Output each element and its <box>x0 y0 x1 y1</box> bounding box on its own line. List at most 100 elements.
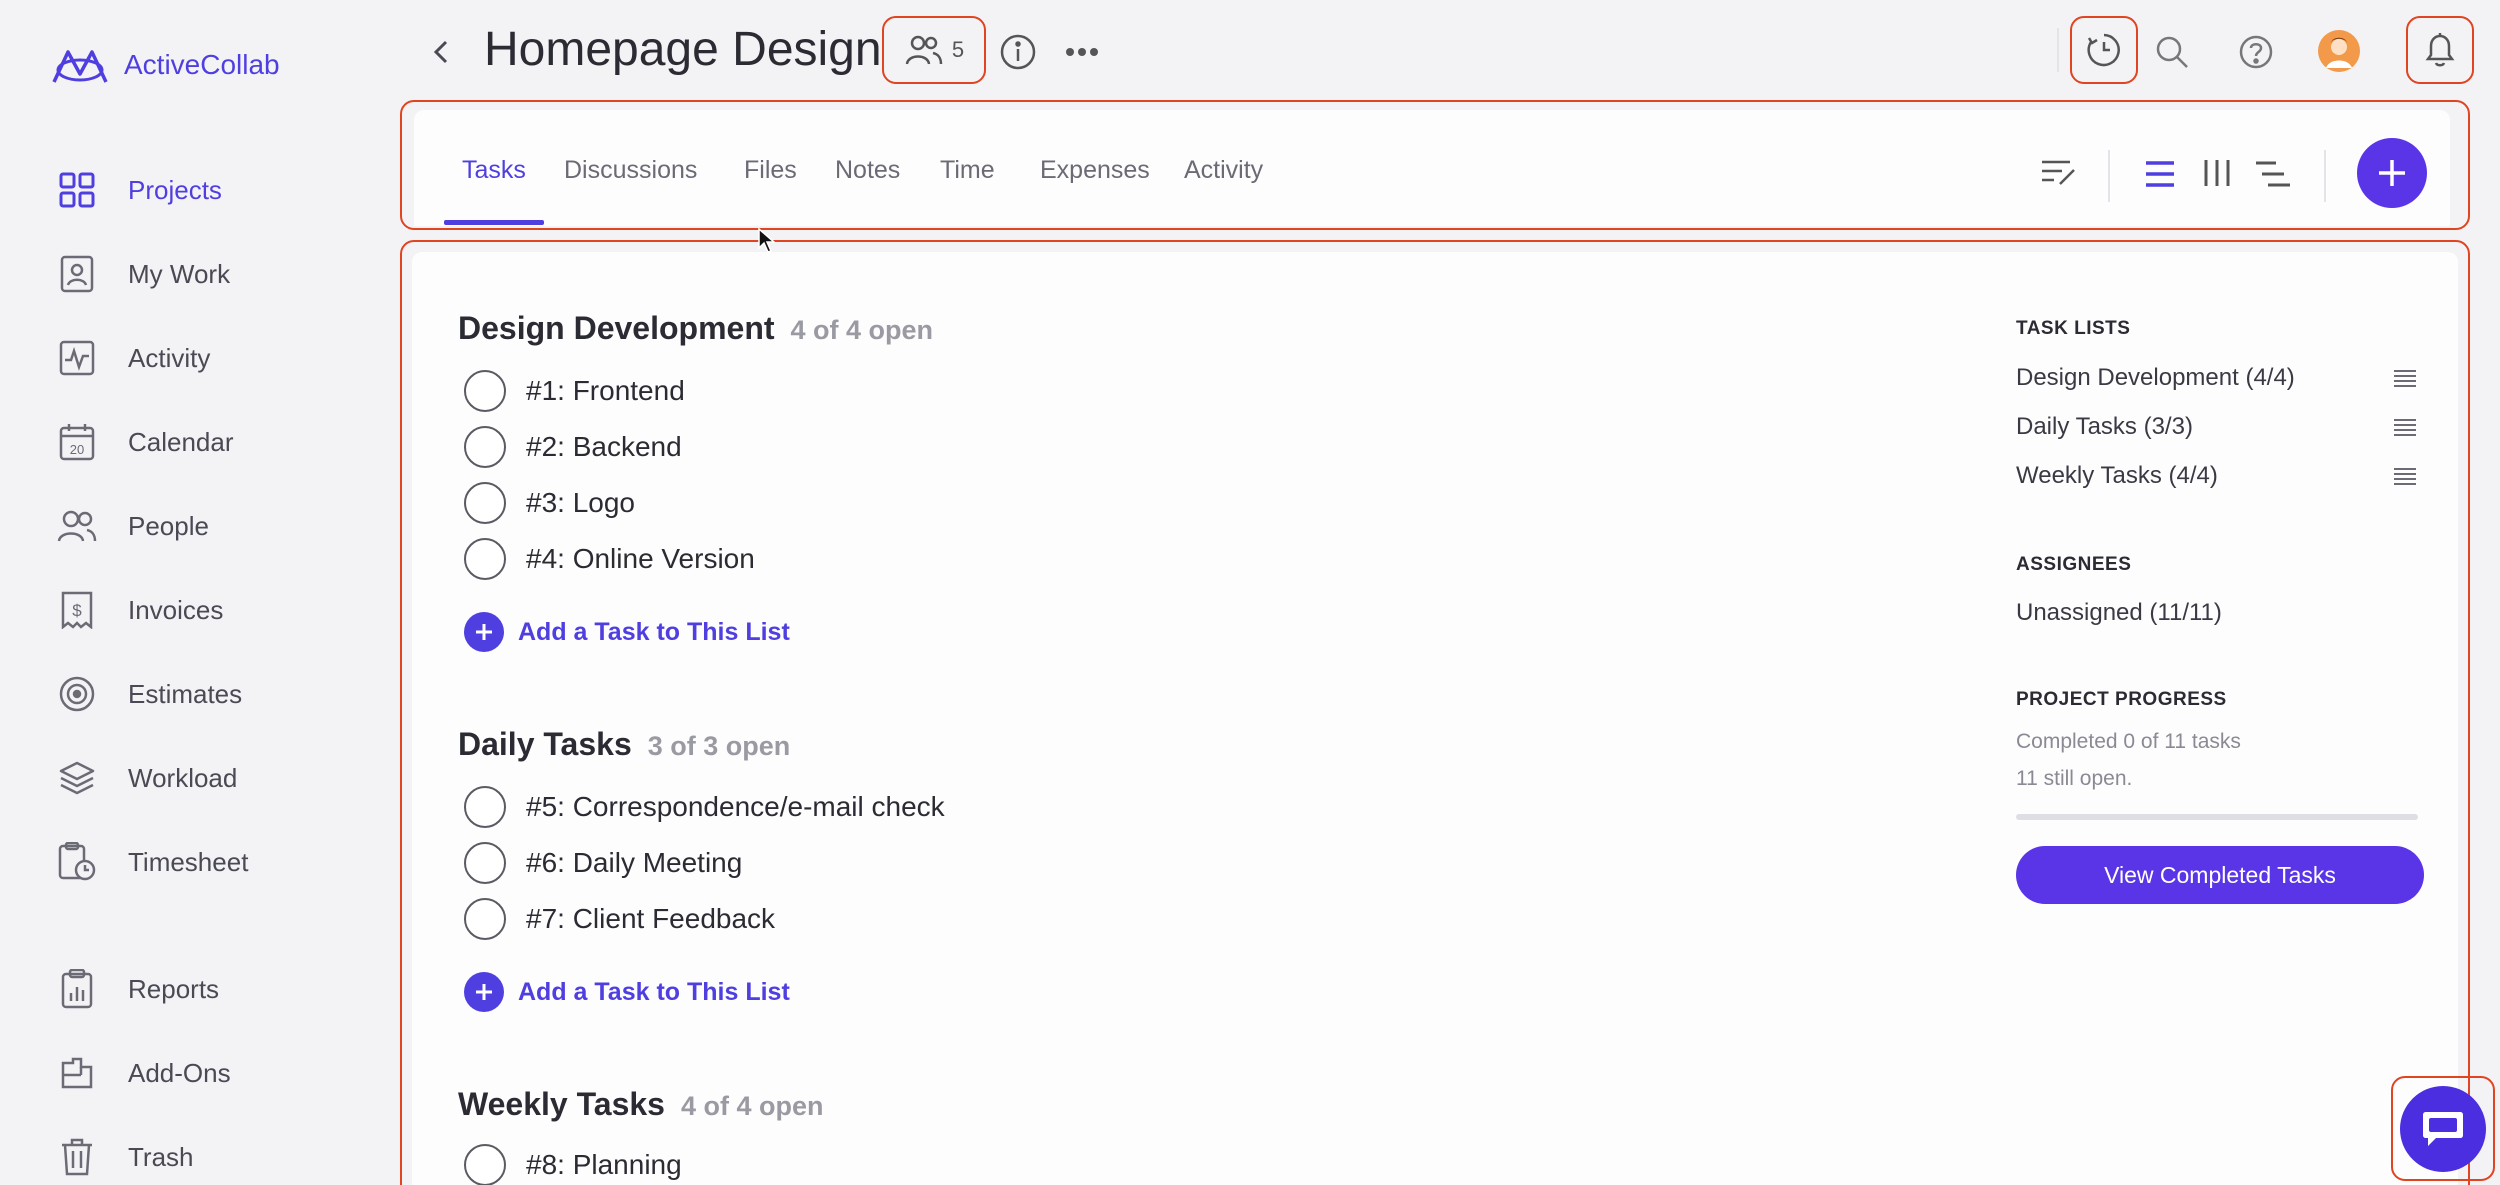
filter-edit-icon[interactable] <box>2040 158 2078 188</box>
sidebar-item-trash[interactable]: Trash <box>56 1132 376 1182</box>
people-icon <box>56 505 98 547</box>
timer-icon <box>2087 33 2120 67</box>
help-icon[interactable] <box>2234 30 2278 74</box>
addons-icon <box>56 1052 98 1094</box>
tab-notes[interactable]: Notes <box>835 156 900 185</box>
task-row[interactable]: #8: Planning <box>464 1142 682 1185</box>
add-task-label: Add a Task to This List <box>518 977 790 1006</box>
task-title[interactable]: #6: Daily Meeting <box>526 847 742 879</box>
task-row[interactable]: #3: Logo <box>464 480 635 526</box>
task-title[interactable]: #4: Online Version <box>526 543 755 575</box>
task-list-count: 4 of 4 open <box>790 315 934 345</box>
task-list-link[interactable]: Design Development (4/4) <box>2016 364 2295 392</box>
add-task-label: Add a Task to This List <box>518 617 790 646</box>
tab-activity[interactable]: Activity <box>1184 156 1263 185</box>
task-title[interactable]: #3: Logo <box>526 487 635 519</box>
task-list-header[interactable]: Weekly Tasks 4 of 4 open <box>458 1086 823 1123</box>
task-row[interactable]: #4: Online Version <box>464 536 755 582</box>
tab-time[interactable]: Time <box>940 156 995 185</box>
sidebar-item-projects[interactable]: Projects <box>56 165 376 215</box>
app-logo[interactable]: ActiveCollab <box>50 44 280 86</box>
task-title[interactable]: #2: Backend <box>526 431 682 463</box>
add-button[interactable] <box>2357 138 2427 208</box>
task-row[interactable]: #5: Correspondence/e-mail check <box>464 784 945 830</box>
reorder-handle-icon[interactable] <box>2394 468 2416 486</box>
progress-summary: Completed 0 of 11 tasks <box>2016 730 2241 753</box>
more-options-icon[interactable] <box>1060 30 1104 74</box>
timeline-view-icon[interactable] <box>2254 160 2292 188</box>
chat-button[interactable] <box>2400 1086 2486 1172</box>
info-icon[interactable] <box>996 30 1040 74</box>
reorder-handle-icon[interactable] <box>2394 419 2416 437</box>
task-row[interactable]: #7: Client Feedback <box>464 896 775 942</box>
list-view-icon[interactable] <box>2144 160 2176 188</box>
sidebar-item-label: Workload <box>128 762 238 793</box>
sidebar-item-label: People <box>128 510 209 541</box>
task-row[interactable]: #1: Frontend <box>464 368 685 414</box>
task-list-name: Weekly Tasks <box>458 1086 665 1122</box>
add-task-button[interactable]: Add a Task to This List <box>464 972 790 1012</box>
tab-tasks[interactable]: Tasks <box>462 156 526 185</box>
task-list-count: 3 of 3 open <box>647 731 791 761</box>
add-task-button[interactable]: Add a Task to This List <box>464 612 790 652</box>
columns-view-icon[interactable] <box>2202 158 2232 188</box>
header-divider <box>2057 28 2059 72</box>
assignee-filter[interactable]: Unassigned (11/11) <box>2016 599 2222 627</box>
task-checkbox[interactable] <box>464 370 506 412</box>
search-icon[interactable] <box>2150 30 2194 74</box>
grid-icon <box>56 169 98 211</box>
task-checkbox[interactable] <box>464 898 506 940</box>
user-card-icon <box>56 253 98 295</box>
people-icon <box>905 35 943 65</box>
activity-icon <box>56 337 98 379</box>
app-name: ActiveCollab <box>124 49 280 80</box>
task-checkbox[interactable] <box>464 538 506 580</box>
task-title[interactable]: #8: Planning <box>526 1149 682 1181</box>
task-checkbox[interactable] <box>464 482 506 524</box>
sidebar-item-calendar[interactable]: 20 Calendar <box>56 417 376 467</box>
task-checkbox[interactable] <box>464 786 506 828</box>
members-count: 5 <box>951 37 965 62</box>
tab-files[interactable]: Files <box>744 156 797 185</box>
timesheet-icon <box>56 841 98 883</box>
task-row[interactable]: #6: Daily Meeting <box>464 840 742 886</box>
task-list-header[interactable]: Daily Tasks 3 of 3 open <box>458 726 790 763</box>
sidebar-item-add-ons[interactable]: Add-Ons <box>56 1048 376 1098</box>
sidebar-item-reports[interactable]: Reports <box>56 964 376 1014</box>
project-header: Homepage Design 5 <box>400 0 2500 100</box>
task-row[interactable]: #2: Backend <box>464 424 682 470</box>
tab-expenses[interactable]: Expenses <box>1040 156 1150 185</box>
task-title[interactable]: #5: Correspondence/e-mail check <box>526 791 945 823</box>
sidebar-item-people[interactable]: People <box>56 501 376 551</box>
progress-bar <box>2016 814 2418 820</box>
target-icon <box>56 673 98 715</box>
plus-icon <box>2379 160 2405 186</box>
sidebar-item-timesheet[interactable]: Timesheet <box>56 837 376 887</box>
notifications-button[interactable] <box>2406 16 2474 84</box>
tab-discussions[interactable]: Discussions <box>564 156 697 185</box>
tabs-panel: Tasks Discussions Files Notes Time Expen… <box>400 100 2470 230</box>
task-checkbox[interactable] <box>464 1144 506 1185</box>
view-completed-tasks-button[interactable]: View Completed Tasks <box>2016 846 2424 904</box>
activecollab-logo-icon <box>52 50 108 83</box>
task-title[interactable]: #7: Client Feedback <box>526 903 775 935</box>
members-button[interactable]: 5 <box>882 16 986 84</box>
sidebar-item-workload[interactable]: Workload <box>56 753 376 803</box>
sidebar-item-estimates[interactable]: Estimates <box>56 669 376 719</box>
sidebar-item-label: Activity <box>128 342 211 373</box>
task-list-link[interactable]: Daily Tasks (3/3) <box>2016 413 2193 441</box>
sidebar-item-activity[interactable]: Activity <box>56 333 376 383</box>
task-checkbox[interactable] <box>464 842 506 884</box>
chat-bubble-icon <box>2423 1112 2463 1146</box>
task-title[interactable]: #1: Frontend <box>526 375 685 407</box>
task-list-link[interactable]: Weekly Tasks (4/4) <box>2016 462 2218 490</box>
task-list-header[interactable]: Design Development 4 of 4 open <box>458 310 933 347</box>
timer-button[interactable] <box>2070 16 2138 84</box>
avatar[interactable] <box>2316 28 2362 74</box>
sidebar-item-invoices[interactable]: $ Invoices <box>56 585 376 635</box>
reorder-handle-icon[interactable] <box>2394 370 2416 388</box>
task-list-panel: Design Development 4 of 4 open #1: Front… <box>412 252 2458 1185</box>
back-chevron-icon[interactable] <box>426 32 456 72</box>
sidebar-item-my-work[interactable]: My Work <box>56 249 376 299</box>
task-checkbox[interactable] <box>464 426 506 468</box>
